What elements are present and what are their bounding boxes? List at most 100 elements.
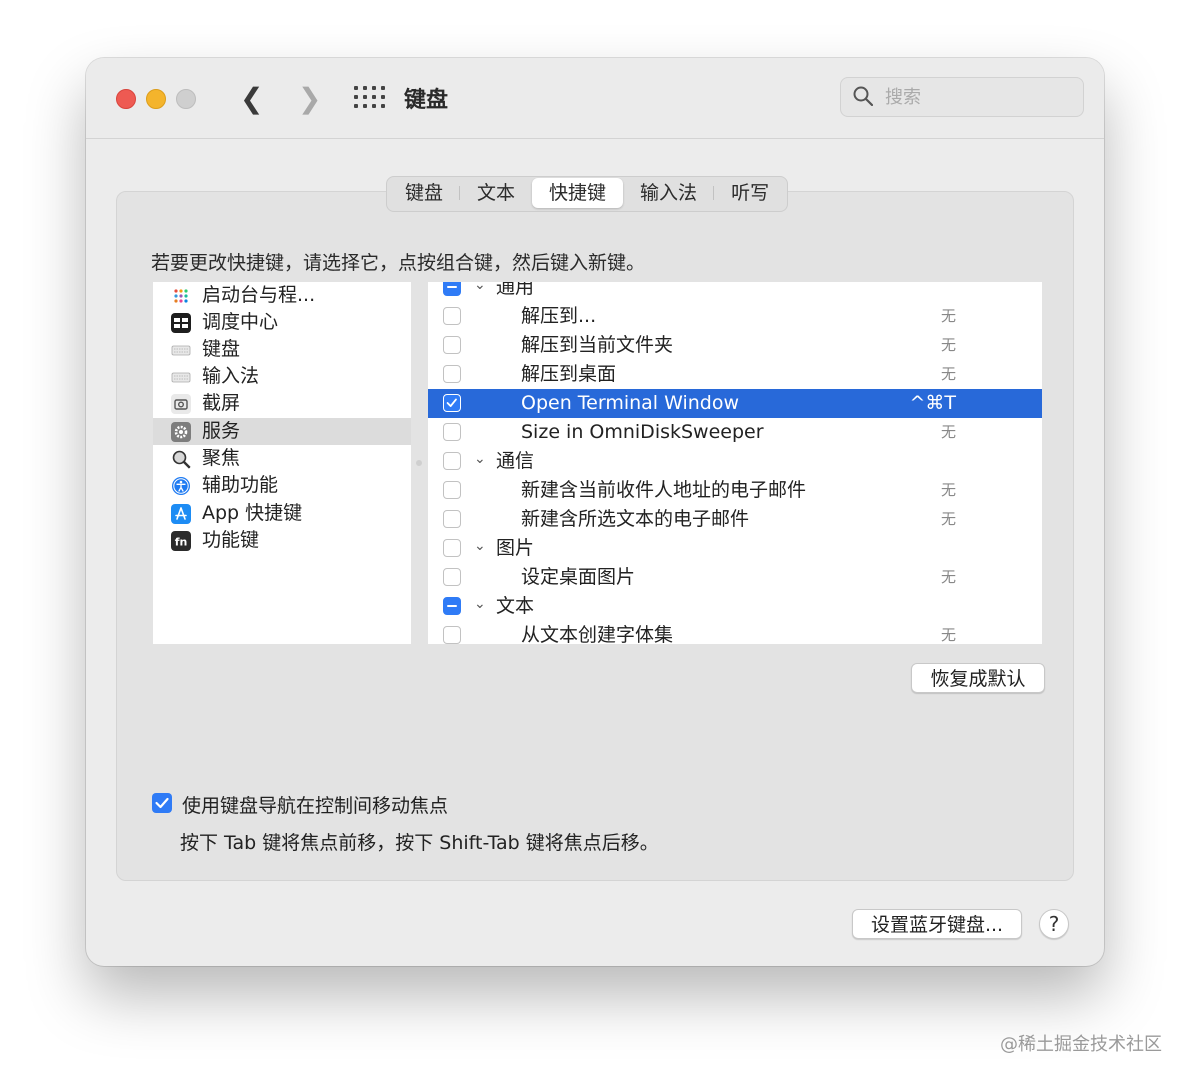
category-label: 辅助功能 <box>202 474 279 496</box>
service-group-general[interactable]: ⌄ 通用 <box>428 282 1042 302</box>
service-checkbox[interactable] <box>443 423 461 441</box>
service-row[interactable]: 解压到桌面 无 <box>428 360 1042 389</box>
service-row[interactable]: 新建含当前收件人地址的电子邮件 无 <box>428 476 1042 505</box>
service-checkbox[interactable] <box>443 481 461 499</box>
service-row-selected[interactable]: Open Terminal Window ^⌘T <box>428 389 1042 418</box>
services-shortcut-list: ⌄ 通用 解压到... 无 解压到当前文件夹 无 解压到桌面 无 Open Te… <box>428 282 1042 644</box>
accessibility-icon <box>172 477 190 495</box>
split-view-handle[interactable] <box>416 460 422 466</box>
category-screenshots[interactable]: 截屏 <box>153 390 411 417</box>
keyboard-navigation-hint: 按下 Tab 键将焦点前移，按下 Shift-Tab 键将焦点后移。 <box>180 832 659 854</box>
search-input[interactable] <box>885 84 1075 110</box>
service-group-pictures[interactable]: ⌄ 图片 <box>428 534 1042 563</box>
service-label: 新建含当前收件人地址的电子邮件 <box>521 479 807 501</box>
service-row[interactable]: 解压到当前文件夹 无 <box>428 331 1042 360</box>
close-window-button[interactable] <box>116 89 136 109</box>
service-label: Open Terminal Window <box>521 392 740 414</box>
service-label: Size in OmniDiskSweeper <box>521 421 764 443</box>
service-checkbox[interactable] <box>443 568 461 586</box>
service-shortcut[interactable]: 无 <box>941 418 956 447</box>
category-label: 聚焦 <box>202 447 241 469</box>
service-shortcut[interactable]: ^⌘T <box>909 389 956 418</box>
tab-input-sources[interactable]: 输入法 <box>623 178 715 208</box>
watermark: @稀土掘金技术社区 <box>1000 1034 1162 1055</box>
keyboard-navigation-checkbox[interactable] <box>152 793 172 813</box>
service-row[interactable]: 解压到... 无 <box>428 302 1042 331</box>
category-label: 启动台与程... <box>202 284 316 306</box>
group-label: 通信 <box>496 450 535 472</box>
spotlight-icon <box>172 450 191 469</box>
tab-shortcuts[interactable]: 快捷键 <box>532 178 624 208</box>
service-shortcut[interactable]: 无 <box>941 331 956 360</box>
service-checkbox[interactable] <box>443 307 461 325</box>
checkmark-icon <box>155 797 169 809</box>
service-row[interactable]: 从文本创建字体集 无 <box>428 621 1042 644</box>
category-accessibility[interactable]: 辅助功能 <box>153 472 411 499</box>
help-button[interactable]: ? <box>1039 909 1069 939</box>
service-label: 解压到... <box>521 305 597 327</box>
forward-arrow-icon[interactable]: ❯ <box>298 82 321 115</box>
restore-defaults-button[interactable]: 恢复成默认 <box>911 663 1045 693</box>
service-shortcut[interactable]: 无 <box>941 302 956 331</box>
category-services[interactable]: 服务 <box>153 418 411 445</box>
tab-text[interactable]: 文本 <box>460 178 532 208</box>
setup-bluetooth-keyboard-button[interactable]: 设置蓝牙键盘... <box>852 909 1022 939</box>
minimize-window-button[interactable] <box>146 89 166 109</box>
category-app-shortcuts[interactable]: App 快捷键 <box>153 500 411 527</box>
fn-key-icon: fn <box>171 531 191 551</box>
service-checkbox[interactable] <box>443 365 461 383</box>
preferences-window: ❮ ❯ 键盘 键盘 文本 快捷键 输入法 听写 若要更改快捷键，请选择它，点按组… <box>86 58 1104 966</box>
group-checkbox[interactable] <box>443 282 461 296</box>
service-label: 解压到当前文件夹 <box>521 334 674 356</box>
group-checkbox[interactable] <box>443 452 461 470</box>
category-label: 输入法 <box>202 365 260 387</box>
service-shortcut[interactable]: 无 <box>941 621 956 644</box>
group-label: 通用 <box>496 282 535 298</box>
service-group-text[interactable]: ⌄ 文本 <box>428 592 1042 621</box>
launchpad-icon <box>174 289 188 303</box>
checkmark-icon <box>446 398 457 407</box>
tab-dictation[interactable]: 听写 <box>714 178 786 208</box>
category-keyboard[interactable]: 键盘 <box>153 336 411 363</box>
service-shortcut[interactable]: 无 <box>941 505 956 534</box>
service-checkbox[interactable] <box>443 394 461 412</box>
category-spotlight[interactable]: 聚焦 <box>153 445 411 472</box>
services-gear-icon <box>171 422 191 442</box>
service-row[interactable]: 新建含所选文本的电子邮件 无 <box>428 505 1042 534</box>
screenshot-icon <box>171 394 191 414</box>
service-checkbox[interactable] <box>443 626 461 644</box>
category-mission-control[interactable]: 调度中心 <box>153 309 411 336</box>
zoom-window-button[interactable] <box>176 89 196 109</box>
service-row[interactable]: Size in OmniDiskSweeper 无 <box>428 418 1042 447</box>
chevron-down-icon[interactable]: ⌄ <box>474 451 486 467</box>
show-all-grid-icon[interactable] <box>354 86 385 108</box>
keyboard-navigation-label[interactable]: 使用键盘导航在控制间移动焦点 <box>182 791 448 818</box>
category-input-sources[interactable]: 输入法 <box>153 363 411 390</box>
shortcut-category-list: 启动台与程... 调度中心 键盘 输入法 截屏 服务 聚焦 辅助功能 App 快… <box>153 282 411 644</box>
title-bar: ❮ ❯ 键盘 <box>86 58 1104 139</box>
group-label: 图片 <box>496 537 535 559</box>
category-launchpad[interactable]: 启动台与程... <box>153 282 411 309</box>
chevron-down-icon[interactable]: ⌄ <box>474 282 486 293</box>
window-title: 键盘 <box>404 88 449 113</box>
service-shortcut[interactable]: 无 <box>941 360 956 389</box>
service-label: 解压到桌面 <box>521 363 617 385</box>
category-label: 功能键 <box>202 529 260 551</box>
service-row[interactable]: 设定桌面图片 无 <box>428 563 1042 592</box>
chevron-down-icon[interactable]: ⌄ <box>474 538 486 554</box>
chevron-down-icon[interactable]: ⌄ <box>474 596 486 612</box>
service-checkbox[interactable] <box>443 336 461 354</box>
service-shortcut[interactable]: 无 <box>941 563 956 592</box>
group-checkbox[interactable] <box>443 539 461 557</box>
service-group-messaging[interactable]: ⌄ 通信 <box>428 447 1042 476</box>
group-label: 文本 <box>496 595 535 617</box>
service-checkbox[interactable] <box>443 510 461 528</box>
tab-keyboard[interactable]: 键盘 <box>388 178 461 208</box>
category-label: 服务 <box>202 420 241 442</box>
category-function-keys[interactable]: fn 功能键 <box>153 527 411 554</box>
service-label: 从文本创建字体集 <box>521 624 674 644</box>
search-field[interactable] <box>840 77 1084 117</box>
service-shortcut[interactable]: 无 <box>941 476 956 505</box>
group-checkbox[interactable] <box>443 597 461 615</box>
back-arrow-icon[interactable]: ❮ <box>240 82 263 115</box>
